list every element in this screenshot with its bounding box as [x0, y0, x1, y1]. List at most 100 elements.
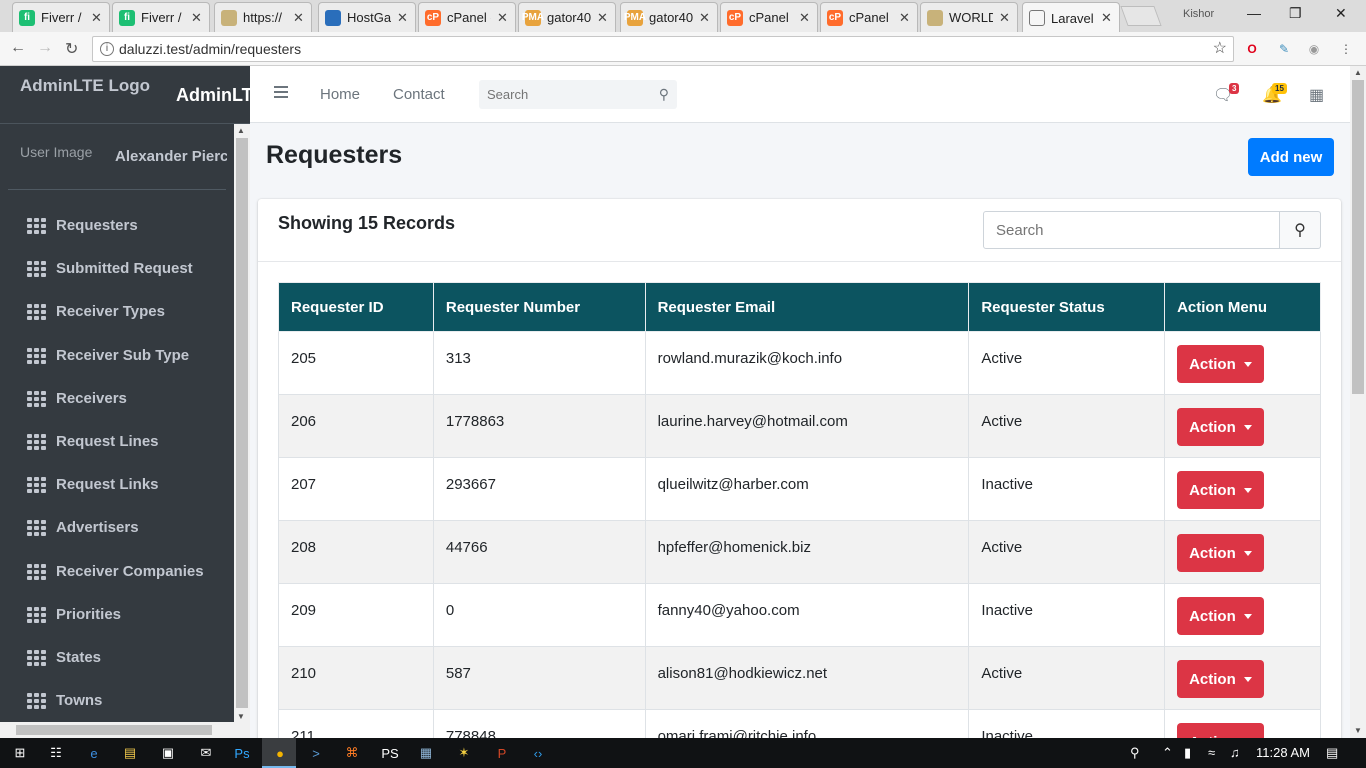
scroll-up-icon[interactable]: ▲	[1354, 68, 1362, 77]
bookmark-star-icon[interactable]: ☆	[1213, 37, 1227, 61]
back-arrow-icon[interactable]: ←	[10, 39, 26, 57]
tray-chevron-icon[interactable]: ⌃	[1162, 745, 1173, 761]
minimize-window-icon[interactable]: —	[1247, 5, 1261, 21]
scrollbar-thumb[interactable]	[236, 138, 248, 708]
nav-link-contact[interactable]: Contact	[393, 86, 445, 103]
user-panel[interactable]: User Image Alexander Pierce	[8, 134, 227, 190]
user-name[interactable]: Alexander Pierce	[115, 148, 227, 165]
chrome-icon[interactable]: ●	[270, 743, 290, 763]
new-tab-button[interactable]	[1120, 6, 1162, 26]
url-input[interactable]: i daluzzi.test/admin/requesters ☆	[92, 36, 1234, 62]
browser-tab[interactable]: cP cPanel - ✕	[418, 2, 516, 32]
tab-close-icon[interactable]: ✕	[497, 10, 509, 26]
ps-console-icon[interactable]: PS	[380, 743, 400, 763]
scroll-down-icon[interactable]: ▼	[237, 712, 245, 721]
forward-arrow-icon[interactable]: →	[37, 39, 53, 57]
clock-time[interactable]: 11:28 AM	[1256, 745, 1310, 760]
sidebar-item-requesters[interactable]: Requesters	[0, 204, 234, 247]
records-search-button[interactable]: ⚲	[1280, 211, 1321, 249]
tab-close-icon[interactable]: ✕	[293, 10, 305, 26]
tab-close-icon[interactable]: ✕	[699, 10, 711, 26]
puzzle-extension-icon[interactable]: ◉	[1305, 40, 1323, 58]
menu-toggle-icon[interactable]	[274, 86, 288, 98]
site-info-icon[interactable]: i	[100, 42, 114, 56]
action-dropdown-button[interactable]: Action	[1177, 534, 1264, 572]
network-icon[interactable]: ▦	[416, 743, 436, 763]
scrollbar-thumb[interactable]	[1352, 80, 1364, 394]
battery-icon[interactable]: ▮	[1184, 745, 1191, 761]
browser-tab[interactable]: cP cPanel ✕	[820, 2, 918, 32]
tab-close-icon[interactable]: ✕	[999, 10, 1011, 26]
browser-tab[interactable]: fi Fiverr / ✕	[112, 2, 210, 32]
browser-tab[interactable]: cP cPanel ✕	[720, 2, 818, 32]
action-dropdown-button[interactable]: Action	[1177, 660, 1264, 698]
column-header[interactable]: Action Menu	[1164, 282, 1321, 332]
browser-tab[interactable]: fi Fiverr / ✕	[12, 2, 110, 32]
browser-tab[interactable]: HostGat ✕	[318, 2, 416, 32]
tab-close-icon[interactable]: ✕	[899, 10, 911, 26]
sidebar-item-request-links[interactable]: Request Links	[0, 463, 234, 506]
powerpoint-icon[interactable]: P	[492, 743, 512, 763]
xampp-icon[interactable]: ⌘	[342, 743, 362, 763]
task-view-icon[interactable]: ☷	[46, 743, 66, 763]
file-explorer-icon[interactable]: ▤	[120, 743, 140, 763]
sidebar-item-priorities[interactable]: Priorities	[0, 593, 234, 636]
action-dropdown-button[interactable]: Action	[1177, 408, 1264, 446]
browser-tab[interactable]: https:// ✕	[214, 2, 312, 32]
page-vertical-scrollbar[interactable]: ▲ ▼	[1350, 66, 1366, 738]
sidebar-item-request-lines[interactable]: Request Lines	[0, 420, 234, 463]
photoshop-icon[interactable]: Ps	[232, 743, 252, 763]
action-dropdown-button[interactable]: Action	[1177, 597, 1264, 635]
browser-tab[interactable]: Laravel ✕	[1022, 2, 1120, 33]
powershell-icon[interactable]: >	[306, 743, 326, 763]
sidebar-item-receiver-sub-type[interactable]: Receiver Sub Type	[0, 334, 234, 377]
sidebar-item-advertisers[interactable]: Advertisers	[0, 506, 234, 549]
scrollbar-thumb[interactable]	[16, 725, 212, 735]
sidebar-item-towns[interactable]: Towns	[0, 679, 234, 722]
reload-icon[interactable]: ↻	[65, 39, 78, 59]
sidebar-item-states[interactable]: States	[0, 636, 234, 679]
tab-close-icon[interactable]: ✕	[91, 10, 103, 26]
sidebar-vertical-scrollbar[interactable]: ▲ ▼	[234, 124, 250, 724]
tab-close-icon[interactable]: ✕	[191, 10, 203, 26]
search-icon[interactable]: ⚲	[659, 86, 669, 103]
edge-icon[interactable]: e	[84, 743, 104, 763]
action-dropdown-button[interactable]: Action	[1177, 471, 1264, 509]
cyberduck-icon[interactable]: ✶	[454, 743, 474, 763]
scroll-up-icon[interactable]: ▲	[237, 126, 245, 135]
sidebar-item-receiver-companies[interactable]: Receiver Companies	[0, 550, 234, 593]
action-center-icon[interactable]: ▤	[1326, 745, 1338, 761]
sidebar-item-receiver-types[interactable]: Receiver Types	[0, 290, 234, 333]
vscode-icon[interactable]: ‹›	[528, 743, 548, 763]
sidebar-horizontal-scrollbar[interactable]	[0, 722, 250, 738]
column-header[interactable]: Requester Status	[968, 282, 1166, 332]
browser-tab[interactable]: PMA gator40 ✕	[620, 2, 718, 32]
volume-icon[interactable]: ♫	[1230, 745, 1240, 760]
browser-profile-name[interactable]: Kishor	[1183, 8, 1214, 20]
navbar-search-input[interactable]	[479, 80, 649, 109]
add-new-button[interactable]: Add new	[1248, 138, 1334, 176]
action-dropdown-button[interactable]: Action	[1177, 723, 1264, 738]
column-header[interactable]: Requester Email	[644, 282, 970, 332]
column-header[interactable]: Requester ID	[278, 282, 434, 332]
tab-close-icon[interactable]: ✕	[397, 10, 409, 26]
nav-link-home[interactable]: Home	[320, 86, 360, 103]
start-icon[interactable]: ⊞	[10, 743, 30, 763]
maximize-window-icon[interactable]: ❐	[1289, 5, 1302, 22]
sidebar-item-receivers[interactable]: Receivers	[0, 377, 234, 420]
action-dropdown-button[interactable]: Action	[1177, 345, 1264, 383]
close-window-icon[interactable]: ✕	[1335, 5, 1347, 22]
scroll-down-icon[interactable]: ▼	[1354, 726, 1362, 735]
tab-close-icon[interactable]: ✕	[597, 10, 609, 26]
browser-tab[interactable]: PMA gator40 ✕	[518, 2, 616, 32]
sidebar-item-submitted-request[interactable]: Submitted Request	[0, 247, 234, 290]
column-header[interactable]: Requester Number	[432, 282, 646, 332]
browser-tab[interactable]: WORLD ✕	[920, 2, 1018, 32]
store-icon[interactable]: ▣	[158, 743, 178, 763]
apps-grid-icon[interactable]: ▦	[1309, 85, 1324, 105]
people-icon[interactable]: ⚲	[1130, 745, 1140, 761]
records-search-input[interactable]	[983, 211, 1280, 249]
wifi-icon[interactable]: ≈	[1208, 745, 1215, 760]
chrome-menu-icon[interactable]: ⋮	[1337, 40, 1355, 58]
tab-close-icon[interactable]: ✕	[1101, 10, 1113, 26]
